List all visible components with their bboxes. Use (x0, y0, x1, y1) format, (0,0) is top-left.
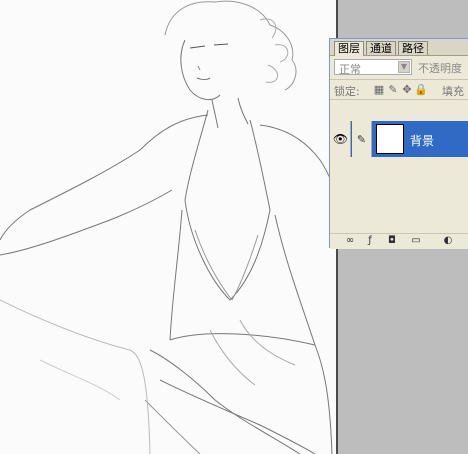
tab-channels[interactable]: 通道 (366, 41, 396, 55)
lock-all-icon[interactable]: 🔒 (414, 83, 428, 96)
fill-label: 填充 (442, 85, 464, 98)
link-icon[interactable]: ∞ (344, 235, 356, 247)
new-group-icon[interactable]: ▭ (410, 235, 422, 247)
lock-move-icon[interactable]: ✥ (400, 83, 414, 96)
brush-icon: ✎ (352, 121, 372, 157)
blend-mode-value: 正常 (339, 63, 361, 76)
eye-icon[interactable]: 👁 (331, 121, 351, 157)
sketch-image (0, 0, 336, 454)
chevron-down-icon[interactable]: ▼ (398, 61, 410, 73)
mask-icon[interactable]: ◘ (386, 235, 398, 247)
layer-row-background[interactable]: 👁 ✎ 背景 (331, 121, 468, 157)
layers-panel: 图层 通道 路径 正常 ▼ 不透明度 锁定: ▦ ✎ ✥ 🔒 填充 👁 ✎ 背景 ∞ … (329, 38, 468, 249)
tab-paths[interactable]: 路径 (398, 41, 428, 55)
layer-thumbnail (376, 124, 404, 154)
lock-paint-icon[interactable]: ✎ (386, 83, 400, 96)
panel-tab-bar: 图层 通道 路径 (330, 39, 468, 56)
document-canvas[interactable] (0, 0, 336, 454)
layer-name: 背景 (410, 134, 435, 148)
opacity-label: 不透明度 (418, 62, 462, 75)
lock-icons: ▦ ✎ ✥ 🔒 (372, 83, 428, 96)
panel-bottom-toolbar: ∞ ƒ ◘ ▭ ◐ (330, 233, 468, 249)
lock-label: 锁定: (334, 85, 360, 98)
divider (330, 99, 468, 100)
blend-mode-select[interactable]: 正常 ▼ (334, 59, 412, 76)
lock-transparency-icon[interactable]: ▦ (372, 83, 386, 96)
layer-style-icon[interactable]: ƒ (364, 235, 376, 247)
tab-layers[interactable]: 图层 (334, 41, 364, 56)
divider (330, 79, 468, 80)
adjustment-layer-icon[interactable]: ◐ (442, 235, 454, 247)
